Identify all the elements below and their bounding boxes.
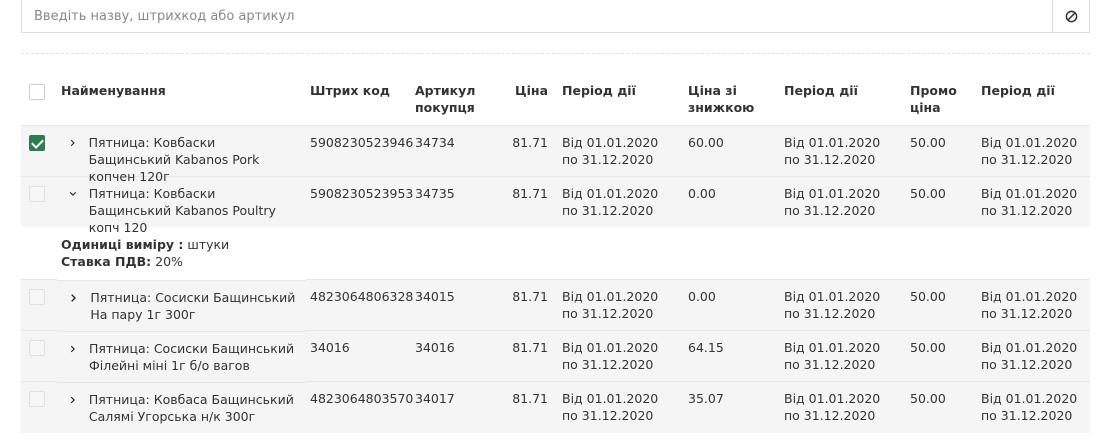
table-row[interactable]: Пятница: Сосиски Бащинський На пару 1г 3… [21,279,1090,331]
name-cell: Пятница: Ковбаса Бащинський Салямі Угорс… [57,381,306,433]
promo-price-cell: 50.00 [906,124,977,176]
row-checkbox[interactable] [29,185,45,202]
header-period2[interactable]: Період дії [780,73,906,125]
row-checkbox-cell [21,124,57,176]
article-cell: 34015 [411,279,491,331]
discount-price-cell: 0.00 [684,279,780,331]
table-row[interactable]: Пятница: Ковбаса Бащинський Салямі Угорс… [21,381,1090,433]
clear-search-button[interactable] [1052,0,1089,32]
period1-cell: Від 01.01.2020 по 31.12.2020 [558,124,684,176]
header-name[interactable]: Найменування [57,73,306,125]
header-barcode[interactable]: Штрих код [306,73,411,125]
period2-cell: Від 01.01.2020 по 31.12.2020 [780,279,906,331]
product-name: Пятница: Ковбаса Бащинський Салямі Угорс… [88,391,294,424]
discount-price-cell: 35.07 [684,381,780,433]
header-discount-price[interactable]: Ціна зі знижкою [684,73,780,125]
barcode-cell: 5908230523946 [306,124,413,176]
vat-line: Ставка ПДВ: 20% [61,253,1084,270]
discount-price-cell: 64.15 [684,330,780,382]
period3-cell: Від 01.01.2020 по 31.12.2020 [977,175,1090,227]
row-checkbox[interactable] [29,340,45,356]
period2-cell: Від 01.01.2020 по 31.12.2020 [780,124,906,176]
row-checkbox[interactable] [29,289,45,305]
search-bar [21,0,1090,33]
table-row[interactable]: Пятница: Ковбаски Бащинський Kabanos Pou… [21,175,1090,235]
discount-price-cell: 0.00 [684,175,780,227]
product-name: Пятница: Сосиски Бащинський На пару 1г 3… [90,289,296,322]
section-divider [21,53,1090,54]
article-cell: 34017 [411,381,491,433]
barcode-cell: 4823064806328 [306,279,413,331]
promo-price-cell: 50.00 [906,175,977,227]
article-cell: 34016 [411,330,491,382]
product-name: Пятница: Ковбаски Бащинський Kabanos Pou… [88,186,276,235]
discount-price-cell: 60.00 [684,124,780,176]
name-cell: Пятница: Сосиски Бащинський На пару 1г 3… [57,279,306,331]
period1-cell: Від 01.01.2020 по 31.12.2020 [558,175,684,227]
vat-label: Ставка ПДВ: [61,254,152,269]
period3-cell: Від 01.01.2020 по 31.12.2020 [977,330,1090,382]
clear-icon [1065,10,1077,22]
chevron-right-icon[interactable] [69,342,77,356]
price-cell: 81.71 [491,124,558,176]
search-input[interactable] [22,0,1052,32]
row-details-cell: Одиниці виміру : штуки Ставка ПДВ: 20% [21,227,1090,280]
promo-price-cell: 50.00 [906,381,977,433]
price-cell: 81.71 [491,279,558,331]
units-label: Одиниці виміру : [61,237,184,252]
period3-cell: Від 01.01.2020 по 31.12.2020 [977,381,1090,433]
table-row[interactable]: Пятница: Сосиски Бащинський Філейні міні… [21,330,1090,382]
row-checkbox-cell [21,381,57,433]
barcode-cell: 34016 [306,330,411,382]
row-checkbox[interactable] [29,391,45,407]
row-checkbox[interactable] [29,134,45,151]
article-cell: 34735 [411,175,491,227]
period1-cell: Від 01.01.2020 по 31.12.2020 [558,330,684,382]
select-all-cell [21,73,57,125]
period2-cell: Від 01.01.2020 по 31.12.2020 [780,330,906,382]
row-checkbox-cell [21,175,57,227]
period2-cell: Від 01.01.2020 по 31.12.2020 [780,175,906,227]
promo-price-cell: 50.00 [906,279,977,331]
row-checkbox-cell [21,279,57,331]
units-value: штуки [187,237,230,252]
row-details: Одиниці виміру : штуки Ставка ПДВ: 20% [21,227,1090,280]
header-article[interactable]: Артикул покупця [411,73,491,125]
period3-cell: Від 01.01.2020 по 31.12.2020 [977,124,1090,176]
chevron-right-icon[interactable] [69,136,77,150]
chevron-right-icon[interactable] [69,291,78,305]
price-cell: 81.71 [491,175,558,227]
chevron-down-icon[interactable] [69,187,77,201]
article-cell: 34734 [411,124,491,176]
header-period3[interactable]: Період дії [977,73,1090,125]
promo-price-cell: 50.00 [906,330,977,382]
barcode-cell: 5908230523953 [306,175,413,227]
header-promo-price[interactable]: Промо ціна [906,73,977,125]
product-name: Пятница: Сосиски Бащинський Філейні міні… [88,340,295,373]
table-row[interactable]: Пятница: Ковбаски Бащинський Kabanos Por… [21,124,1090,184]
products-table: Найменування Штрих код Артикул покупця Ц… [21,73,1090,433]
chevron-right-icon[interactable] [69,393,77,407]
table-header: Найменування Штрих код Артикул покупця Ц… [21,73,1090,125]
product-name: Пятница: Ковбаски Бащинський Kabanos Por… [88,135,260,184]
barcode-cell: 4823064803570 [306,381,413,433]
header-price[interactable]: Ціна [491,73,558,125]
price-cell: 81.71 [491,381,558,433]
name-cell: Пятница: Сосиски Бащинський Філейні міні… [57,330,306,382]
header-period1[interactable]: Період дії [558,73,684,125]
price-cell: 81.71 [491,330,558,382]
period2-cell: Від 01.01.2020 по 31.12.2020 [780,381,906,433]
period1-cell: Від 01.01.2020 по 31.12.2020 [558,279,684,331]
row-checkbox-cell [21,330,57,382]
units-line: Одиниці виміру : штуки [61,236,1084,253]
vat-value: 20% [155,254,183,269]
period3-cell: Від 01.01.2020 по 31.12.2020 [977,279,1090,331]
name-cell: Пятница: Ковбаски Бащинський Kabanos Por… [57,125,306,184]
period1-cell: Від 01.01.2020 по 31.12.2020 [558,381,684,433]
select-all-checkbox[interactable] [29,84,45,100]
